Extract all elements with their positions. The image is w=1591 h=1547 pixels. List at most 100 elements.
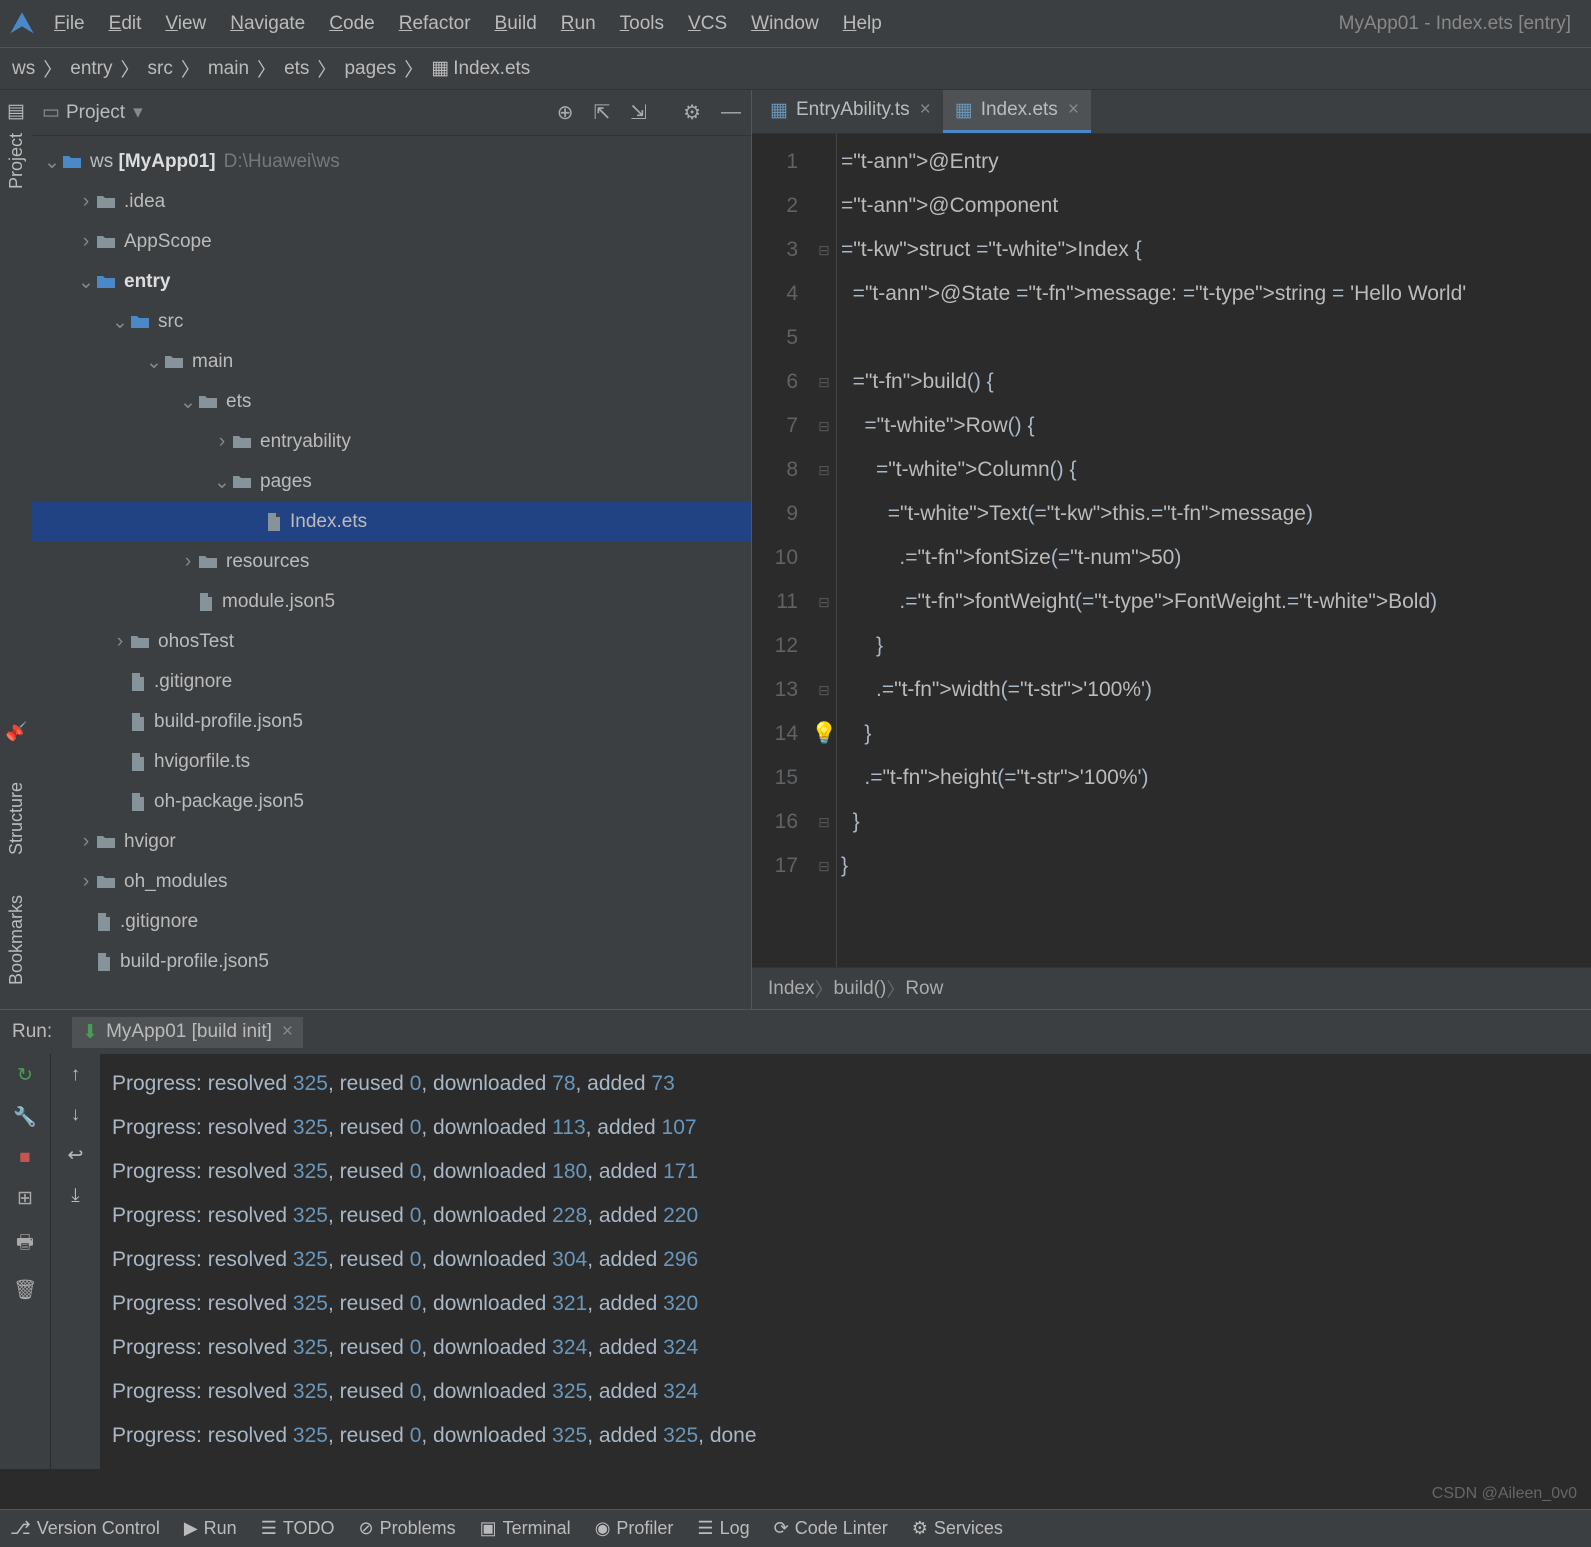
- fold-marker[interactable]: ⊟: [812, 668, 836, 712]
- editor-breadcrumb-item[interactable]: build(): [834, 978, 887, 1000]
- statusbar-todo[interactable]: ☰TODO: [261, 1518, 335, 1539]
- code-line[interactable]: ="t-fn">build() {: [841, 360, 1591, 404]
- project-tree[interactable]: ⌄ws [MyApp01]D:\Huawei\ws›.idea›AppScope…: [32, 136, 751, 1009]
- layout-icon[interactable]: ⊞: [17, 1187, 33, 1210]
- tree-item[interactable]: ⌄ets: [32, 382, 751, 422]
- tree-item[interactable]: ›hvigor: [32, 822, 751, 862]
- console-output[interactable]: Progress: resolved 325, reused 0, downlo…: [100, 1054, 1591, 1469]
- editor-tab[interactable]: ▦EntryAbility.ts×: [758, 90, 943, 133]
- tree-item[interactable]: ›ohosTest: [32, 622, 751, 662]
- code-line[interactable]: }: [841, 712, 1591, 756]
- breadcrumb-item[interactable]: main: [208, 58, 249, 80]
- tree-item[interactable]: ›resources: [32, 542, 751, 582]
- menu-build[interactable]: Build: [495, 13, 537, 34]
- code-line[interactable]: ="t-white">Text(="t-kw">this.="t-fn">mes…: [841, 492, 1591, 536]
- code-line[interactable]: }: [841, 844, 1591, 888]
- fold-marker[interactable]: [812, 140, 836, 184]
- editor-breadcrumb[interactable]: Index 〉 build() 〉 Row: [752, 967, 1591, 1009]
- code-line[interactable]: }: [841, 624, 1591, 668]
- dropdown-icon[interactable]: ▾: [133, 101, 143, 124]
- code-line[interactable]: ="t-kw">struct ="t-white">Index {: [841, 228, 1591, 272]
- editor-breadcrumb-item[interactable]: Index: [768, 978, 814, 1000]
- code-line[interactable]: ="t-white">Row() {: [841, 404, 1591, 448]
- code-line[interactable]: [841, 316, 1591, 360]
- structure-tool-label[interactable]: Structure: [6, 782, 27, 855]
- tree-item[interactable]: ⌄src: [32, 302, 751, 342]
- rerun-icon[interactable]: ↻: [17, 1064, 33, 1087]
- statusbar-terminal[interactable]: ▣Terminal: [480, 1518, 571, 1539]
- up-icon[interactable]: ↑: [71, 1064, 81, 1086]
- pin-icon[interactable]: 📌: [5, 720, 27, 742]
- tree-item[interactable]: ⌄entry: [32, 262, 751, 302]
- tree-item[interactable]: hvigorfile.ts: [32, 742, 751, 782]
- project-tool-icon[interactable]: ▤: [7, 100, 25, 123]
- menu-refactor[interactable]: Refactor: [399, 13, 471, 34]
- fold-marker[interactable]: [812, 184, 836, 228]
- fold-marker[interactable]: [812, 492, 836, 536]
- scroll-end-icon[interactable]: ⤓: [71, 1185, 79, 1207]
- breadcrumb-item[interactable]: pages: [344, 58, 396, 80]
- code-line[interactable]: .="t-fn">fontSize(="t-num">50): [841, 536, 1591, 580]
- code-editor[interactable]: 1234567891011121314151617 ⊟⊟⊟⊟⊟⊟⊟⊟⊟ ="t-…: [752, 134, 1591, 967]
- project-panel-title[interactable]: Project: [66, 102, 125, 124]
- code-line[interactable]: }: [841, 800, 1591, 844]
- menu-help[interactable]: Help: [843, 13, 882, 34]
- tree-item[interactable]: .gitignore: [32, 902, 751, 942]
- code-line[interactable]: .="t-fn">width(="t-str">'100%'): [841, 668, 1591, 712]
- code-line[interactable]: .="t-fn">fontWeight(="t-type">FontWeight…: [841, 580, 1591, 624]
- menu-vcs[interactable]: VCS: [688, 13, 727, 34]
- fold-marker[interactable]: ⊟: [812, 580, 836, 624]
- close-icon[interactable]: ×: [282, 1021, 293, 1043]
- code-line[interactable]: ="t-ann">@State ="t-fn">message: ="t-typ…: [841, 272, 1591, 316]
- fold-marker[interactable]: [812, 536, 836, 580]
- fold-marker[interactable]: ⊟: [812, 448, 836, 492]
- down-icon[interactable]: ↓: [71, 1104, 81, 1126]
- soft-wrap-icon[interactable]: ↩: [68, 1144, 84, 1167]
- trash-icon[interactable]: 🗑: [13, 1278, 37, 1302]
- breadcrumb-item[interactable]: ws: [12, 58, 35, 80]
- statusbar-services[interactable]: ⚙Services: [912, 1518, 1003, 1539]
- tree-root[interactable]: ⌄ws [MyApp01]D:\Huawei\ws: [32, 142, 751, 182]
- statusbar-version-control[interactable]: ⎇Version Control: [10, 1518, 160, 1539]
- tree-item[interactable]: build-profile.json5: [32, 702, 751, 742]
- menu-edit[interactable]: Edit: [109, 13, 142, 34]
- breadcrumb-item[interactable]: src: [148, 58, 173, 80]
- collapse-icon[interactable]: ⇲: [630, 100, 647, 125]
- tree-item[interactable]: ⌄pages: [32, 462, 751, 502]
- fold-marker[interactable]: ⊟: [812, 800, 836, 844]
- hide-icon[interactable]: —: [721, 101, 741, 124]
- close-icon[interactable]: ×: [1068, 99, 1079, 121]
- tree-item[interactable]: build-profile.json5: [32, 942, 751, 982]
- close-icon[interactable]: ×: [920, 99, 931, 121]
- menu-view[interactable]: View: [165, 13, 206, 34]
- breadcrumb-item[interactable]: entry: [70, 58, 112, 80]
- tree-item[interactable]: oh-package.json5: [32, 782, 751, 822]
- menu-file[interactable]: File: [54, 13, 85, 34]
- breadcrumb-item[interactable]: ▦Index.ets: [431, 57, 530, 80]
- editor-tab[interactable]: ▦Index.ets×: [943, 90, 1091, 133]
- menu-tools[interactable]: Tools: [620, 13, 664, 34]
- fold-marker[interactable]: [812, 624, 836, 668]
- print-icon[interactable]: 🖶: [16, 1228, 34, 1260]
- menu-navigate[interactable]: Navigate: [230, 13, 305, 34]
- tree-item[interactable]: ›entryability: [32, 422, 751, 462]
- tree-item[interactable]: ›AppScope: [32, 222, 751, 262]
- fold-marker[interactable]: [812, 316, 836, 360]
- fold-marker[interactable]: ⊟: [812, 404, 836, 448]
- statusbar-profiler[interactable]: ◉Profiler: [595, 1518, 674, 1539]
- fold-marker[interactable]: [812, 272, 836, 316]
- menu-run[interactable]: Run: [561, 13, 596, 34]
- menu-window[interactable]: Window: [751, 13, 819, 34]
- tree-item[interactable]: .gitignore: [32, 662, 751, 702]
- settings-icon[interactable]: ⚙: [683, 100, 701, 125]
- expand-icon[interactable]: ⇱: [594, 100, 611, 125]
- code-line[interactable]: ="t-ann">@Component: [841, 184, 1591, 228]
- tree-item[interactable]: ⌄main: [32, 342, 751, 382]
- statusbar-run[interactable]: ▶Run: [184, 1518, 237, 1539]
- code-line[interactable]: ="t-ann">@Entry: [841, 140, 1591, 184]
- statusbar-problems[interactable]: ⊘Problems: [359, 1518, 456, 1539]
- statusbar-log[interactable]: ☰Log: [697, 1518, 749, 1539]
- tree-item[interactable]: ›.idea: [32, 182, 751, 222]
- locate-icon[interactable]: ⊕: [557, 100, 574, 125]
- tree-item[interactable]: module.json5: [32, 582, 751, 622]
